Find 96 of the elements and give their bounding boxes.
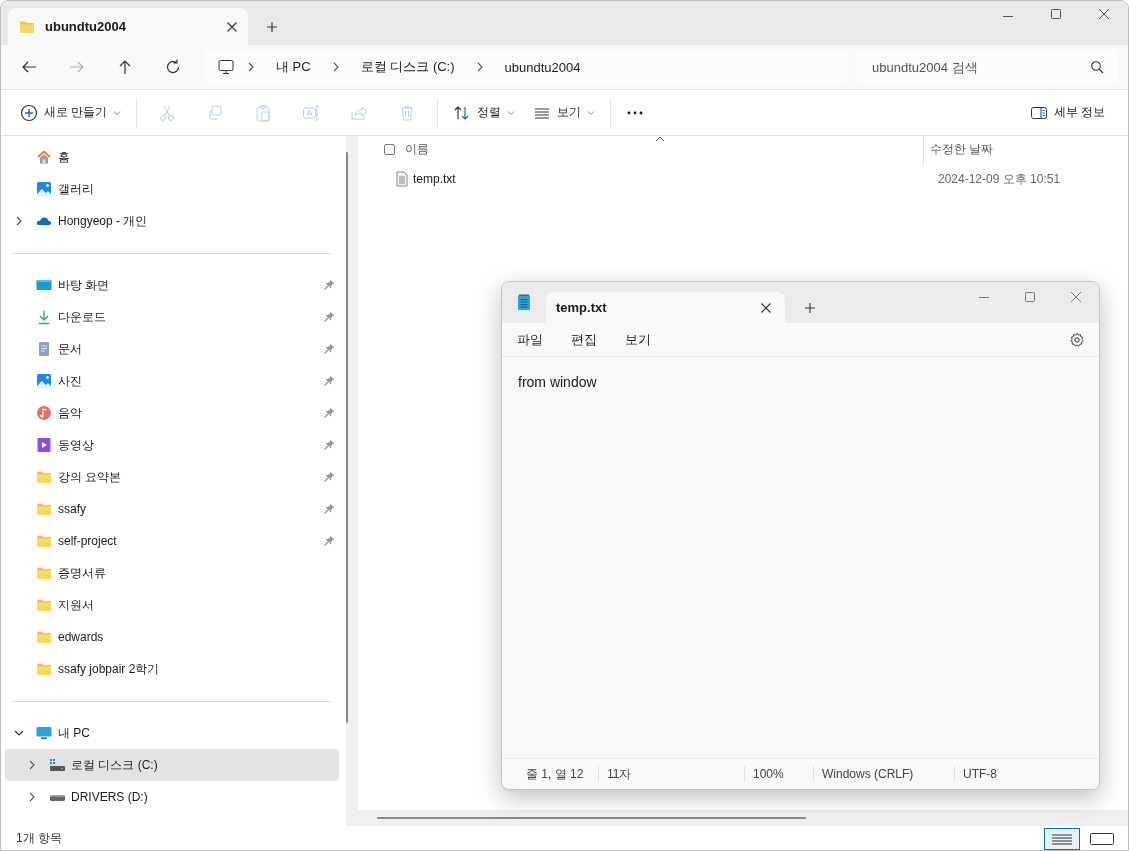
nav-item[interactable]: 동영상: [5, 429, 339, 461]
folder-icon: [36, 597, 52, 613]
close-icon[interactable]: [760, 301, 772, 314]
sort-button[interactable]: 정렬: [444, 96, 525, 129]
new-button[interactable]: 새로 만들기: [11, 96, 131, 129]
drive-icon: [49, 757, 65, 773]
view-button[interactable]: 보기: [524, 96, 605, 129]
refresh-icon[interactable]: [164, 58, 182, 76]
settings-icon[interactable]: [1069, 331, 1085, 348]
computer-icon: [218, 59, 234, 75]
nav-item[interactable]: 강의 요약본: [5, 461, 339, 493]
nav-item[interactable]: 음악: [5, 397, 339, 429]
folder-icon: [36, 661, 52, 677]
chevron-right-icon[interactable]: [14, 216, 24, 226]
nav-item[interactable]: 증명서류: [5, 557, 339, 589]
select-all-checkbox[interactable]: [384, 143, 395, 155]
status-text: UTF-8: [954, 766, 1054, 782]
scrollbar-thumb[interactable]: [377, 817, 806, 819]
nav-item[interactable]: ssafy jobpair 2학기: [5, 653, 339, 685]
caret-down-icon: [587, 108, 596, 117]
image-icon: [36, 181, 52, 197]
menu-item[interactable]: 파일: [508, 326, 552, 353]
status-text: Windows (CRLF): [813, 766, 954, 782]
nav-item[interactable]: 로컬 디스크 (C:): [5, 749, 339, 781]
search-icon[interactable]: [1090, 60, 1104, 74]
scrollbar-thumb[interactable]: [346, 152, 348, 723]
house-icon: [36, 149, 52, 165]
close-icon[interactable]: [226, 20, 238, 33]
details-button[interactable]: 세부 정보: [1020, 96, 1114, 129]
nav-item[interactable]: edwards: [5, 621, 339, 653]
chevron-right-icon[interactable]: [27, 760, 37, 770]
pin-icon: [323, 279, 335, 291]
nav-item[interactable]: 갤러리: [5, 173, 339, 205]
caret-down-icon: [113, 108, 122, 117]
folder-icon: [36, 629, 52, 645]
file-name[interactable]: temp.txt: [413, 172, 937, 186]
details-view-button[interactable]: [1044, 827, 1080, 850]
nav-item[interactable]: 지원서: [5, 589, 339, 621]
folder-icon: [36, 469, 52, 485]
breadcrumb-item[interactable]: ubundtu2004: [504, 59, 581, 75]
download-icon: [36, 309, 52, 325]
new-tab-icon[interactable]: [266, 21, 278, 33]
pin-icon: [323, 503, 335, 515]
text-editor[interactable]: from window: [502, 357, 1099, 758]
nav-item[interactable]: Hongyeop - 개인: [5, 205, 339, 237]
menu-item[interactable]: 보기: [616, 326, 660, 353]
pin-icon: [323, 311, 335, 323]
folder-icon: [36, 501, 52, 517]
maximize-icon[interactable]: [1050, 8, 1062, 20]
chevron-down-icon[interactable]: [14, 728, 24, 738]
nav-item[interactable]: DRIVERS (D:): [5, 781, 339, 813]
nav-item[interactable]: ssafy: [5, 493, 339, 525]
video-icon: [36, 437, 52, 453]
document-icon: [36, 341, 52, 357]
pin-icon: [323, 471, 335, 483]
file-date: 2024-12-09 오후 10:51: [938, 170, 1061, 188]
window-tab[interactable]: ubundtu2004: [8, 8, 248, 45]
notepad-icon: [517, 293, 531, 311]
column-header[interactable]: 수정한 날짜: [930, 140, 994, 158]
item-count: 1개 항목: [16, 830, 62, 847]
column-header[interactable]: 이름: [405, 140, 923, 158]
text-file-icon: [394, 171, 410, 187]
status-text: 줄 1, 열 12: [525, 766, 585, 782]
breadcrumb-item[interactable]: 내 PC: [276, 58, 311, 76]
pin-icon: [323, 439, 335, 451]
chevron-right-icon: [246, 62, 256, 72]
nav-item[interactable]: self-project: [5, 525, 339, 557]
sort-caret-icon: [655, 136, 665, 142]
nav-item[interactable]: 사진: [5, 365, 339, 397]
menu-item[interactable]: 편집: [562, 326, 606, 353]
status-text: 11자: [598, 766, 744, 782]
folder-icon: [36, 565, 52, 581]
pin-icon: [323, 343, 335, 355]
image-icon: [36, 373, 52, 389]
desktop-icon: [36, 277, 52, 293]
breadcrumb-item[interactable]: 로컬 디스크 (C:): [360, 58, 455, 76]
pin-icon: [323, 535, 335, 547]
nav-item[interactable]: 내 PC: [5, 717, 339, 749]
folder-icon: [36, 533, 52, 549]
music-icon: [36, 405, 52, 421]
monitor-icon: [36, 725, 52, 741]
pin-icon: [323, 375, 335, 387]
close-icon[interactable]: [1098, 8, 1110, 20]
document-text: from window: [518, 374, 597, 390]
nav-item[interactable]: 문서: [5, 333, 339, 365]
chevron-right-icon[interactable]: [27, 792, 37, 802]
caret-down-icon: [507, 108, 516, 117]
tiles-view-icon: [1089, 830, 1115, 847]
new-tab-icon[interactable]: [804, 302, 816, 314]
document-tab[interactable]: temp.txt: [546, 292, 785, 323]
nav-item[interactable]: 바탕 화면: [5, 269, 339, 301]
nav-item[interactable]: 다운로드: [5, 301, 339, 333]
maximize-icon[interactable]: [1024, 291, 1036, 303]
nav-item[interactable]: 홈: [5, 141, 339, 173]
status-text: 100%: [744, 766, 813, 782]
pin-icon: [323, 407, 335, 419]
